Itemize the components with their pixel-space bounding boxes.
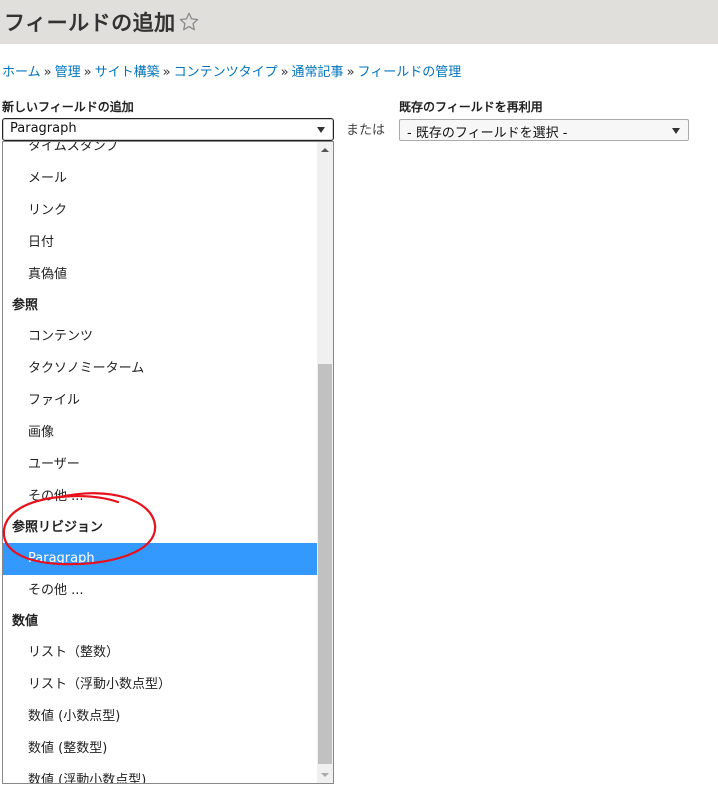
existing-field-select-value: - 既存のフィールドを選択 -: [407, 126, 568, 141]
breadcrumb: ホーム» 管理» サイト構築» コンテンツタイプ» 通常記事» フィールドの管理: [2, 61, 461, 80]
breadcrumb-separator: »: [346, 65, 355, 80]
breadcrumb-structure[interactable]: サイト構築: [95, 65, 160, 80]
option-number-integer[interactable]: 数値 (整数型): [3, 733, 317, 765]
option-list-integer[interactable]: リスト（整数）: [3, 637, 317, 669]
or-text: または: [346, 123, 386, 138]
option-boolean[interactable]: 真偽値: [3, 259, 317, 291]
scrollbar-thumb[interactable]: [318, 364, 332, 764]
new-field-select-value: Paragraph: [10, 121, 77, 136]
option-email[interactable]: メール: [3, 163, 317, 195]
breadcrumb-article[interactable]: 通常記事: [292, 65, 344, 80]
option-number-decimal[interactable]: 数値 (小数点型): [3, 701, 317, 733]
breadcrumb-separator: »: [280, 65, 289, 80]
option-user[interactable]: ユーザー: [3, 449, 317, 481]
optgroup-reference-revisions: 参照リビジョン: [12, 520, 104, 535]
breadcrumb-separator: »: [162, 65, 171, 80]
option-number-float[interactable]: 数値 (浮動小数点型): [3, 765, 317, 783]
optgroup-number: 数値: [12, 614, 39, 629]
option-reference-other[interactable]: その他 ...: [3, 481, 317, 513]
scroll-down-arrow-icon[interactable]: [317, 767, 333, 783]
option-revisions-other[interactable]: その他 ...: [3, 575, 317, 607]
breadcrumb-content-types[interactable]: コンテンツタイプ: [174, 65, 278, 80]
scroll-up-arrow-icon[interactable]: [317, 142, 333, 158]
option-content[interactable]: コンテンツ: [3, 321, 317, 353]
option-paragraph[interactable]: Paragraph: [3, 543, 317, 575]
breadcrumb-separator: »: [83, 65, 92, 80]
optgroup-reference: 参照: [12, 298, 39, 313]
option-image[interactable]: 画像: [3, 417, 317, 449]
page-title: フィールドの追加: [4, 11, 176, 35]
option-list-float[interactable]: リスト（浮動小数点型）: [3, 669, 317, 701]
new-field-label: 新しいフィールドの追加: [2, 100, 134, 114]
breadcrumb-manage-fields[interactable]: フィールドの管理: [358, 65, 462, 80]
existing-field-select[interactable]: - 既存のフィールドを選択 -: [399, 119, 689, 141]
option-link[interactable]: リンク: [3, 195, 317, 227]
breadcrumb-separator: »: [43, 65, 52, 80]
field-type-dropdown-list[interactable]: タイムスタンプ メール リンク 日付 真偽値 参照 コンテンツ タクソノミーター…: [2, 141, 334, 784]
existing-field-label: 既存のフィールドを再利用: [399, 100, 543, 114]
breadcrumb-admin[interactable]: 管理: [55, 65, 81, 80]
title-bar: フィールドの追加: [0, 0, 718, 44]
option-file[interactable]: ファイル: [3, 385, 317, 417]
breadcrumb-home[interactable]: ホーム: [2, 65, 41, 80]
option-timestamp[interactable]: タイムスタンプ: [3, 142, 317, 163]
star-icon[interactable]: [178, 11, 200, 33]
new-field-select[interactable]: Paragraph: [2, 118, 334, 141]
dropdown-scrollbar[interactable]: [317, 142, 333, 783]
option-taxonomy-term[interactable]: タクソノミーターム: [3, 353, 317, 385]
dropdown-options: タイムスタンプ メール リンク 日付 真偽値 参照 コンテンツ タクソノミーター…: [3, 142, 317, 783]
chevron-down-icon: [317, 127, 325, 133]
chevron-down-icon: [672, 128, 680, 134]
option-date[interactable]: 日付: [3, 227, 317, 259]
